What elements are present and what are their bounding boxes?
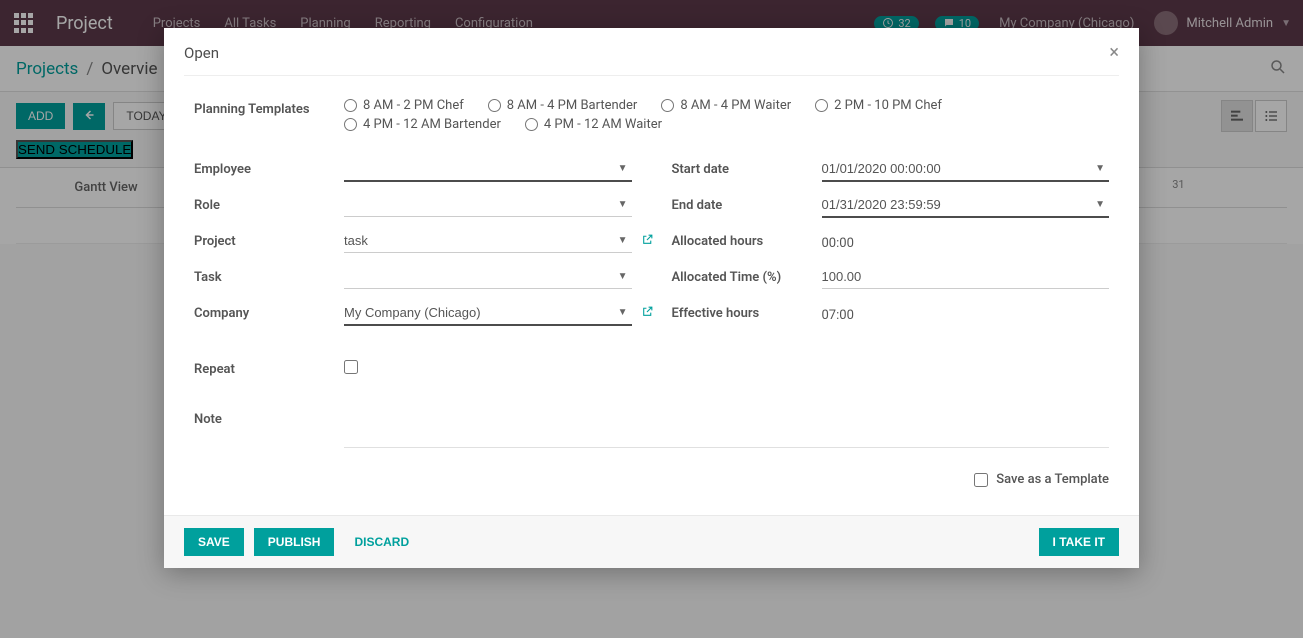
take-it-button[interactable]: I TAKE IT <box>1039 528 1119 556</box>
template-radio[interactable] <box>344 118 357 131</box>
role-input[interactable] <box>344 193 632 217</box>
modal-body: Planning Templates 8 AM - 2 PM Chef 8 AM… <box>164 76 1139 515</box>
modal-header: Open × <box>164 28 1139 75</box>
left-column: Employee ▼ Role ▼ Proj <box>194 156 632 336</box>
employee-input[interactable] <box>344 157 632 182</box>
task-row: Task ▼ <box>194 264 632 290</box>
repeat-row: Repeat <box>194 356 632 382</box>
project-label: Project <box>194 234 344 249</box>
note-label: Note <box>194 408 344 427</box>
template-radio[interactable] <box>344 99 357 112</box>
template-option-label: 8 AM - 4 PM Waiter <box>680 98 791 113</box>
template-option-label: 8 AM - 2 PM Chef <box>363 98 464 113</box>
note-textarea[interactable] <box>344 408 1109 448</box>
task-label: Task <box>194 270 344 285</box>
company-input[interactable] <box>344 301 632 326</box>
end-date-row: End date ▼ <box>672 192 1110 218</box>
role-label: Role <box>194 198 344 213</box>
employee-label: Employee <box>194 162 344 177</box>
template-option-label: 4 PM - 12 AM Bartender <box>363 117 501 132</box>
save-button[interactable]: SAVE <box>184 528 244 556</box>
template-option[interactable]: 4 PM - 12 AM Waiter <box>525 117 662 132</box>
end-date-label: End date <box>672 198 822 213</box>
template-radio-list: 8 AM - 2 PM Chef 8 AM - 4 PM Bartender 8… <box>344 98 1109 132</box>
template-option-label: 4 PM - 12 AM Waiter <box>544 117 662 132</box>
modal-footer: SAVE PUBLISH DISCARD I TAKE IT <box>164 515 1139 568</box>
allocated-hours-label: Allocated hours <box>672 234 822 249</box>
company-row: Company ▼ <box>194 300 632 326</box>
external-link-icon[interactable] <box>641 233 654 249</box>
repeat-label: Repeat <box>194 362 344 377</box>
effective-hours-row: Effective hours 07:00 <box>672 300 1110 326</box>
template-option[interactable]: 8 AM - 4 PM Waiter <box>661 98 791 113</box>
save-template-row: Save as a Template <box>194 460 1109 505</box>
role-row: Role ▼ <box>194 192 632 218</box>
task-input[interactable] <box>344 265 632 289</box>
allocated-hours-row: Allocated hours 00:00 <box>672 228 1110 254</box>
template-radio[interactable] <box>661 99 674 112</box>
repeat-section: Repeat <box>194 356 1109 392</box>
company-label: Company <box>194 306 344 321</box>
right-column: Start date ▼ End date ▼ <box>672 156 1110 336</box>
repeat-checkbox[interactable] <box>344 360 358 374</box>
start-date-label: Start date <box>672 162 822 177</box>
effective-hours-value: 07:00 <box>822 304 1110 323</box>
external-link-icon[interactable] <box>641 305 654 321</box>
modal-overlay: Open × Planning Templates 8 AM - 2 PM Ch… <box>0 0 1303 638</box>
close-icon[interactable]: × <box>1109 42 1119 63</box>
start-date-row: Start date ▼ <box>672 156 1110 182</box>
template-option-label: 2 PM - 10 PM Chef <box>834 98 942 113</box>
template-option[interactable]: 2 PM - 10 PM Chef <box>815 98 942 113</box>
template-radio[interactable] <box>815 99 828 112</box>
template-option-label: 8 AM - 4 PM Bartender <box>507 98 638 113</box>
project-input[interactable] <box>344 229 632 253</box>
allocated-time-row: Allocated Time (%) <box>672 264 1110 290</box>
note-row: Note <box>194 408 1109 452</box>
planning-templates-row: Planning Templates 8 AM - 2 PM Chef 8 AM… <box>194 98 1109 132</box>
end-date-input[interactable] <box>822 193 1110 218</box>
template-option[interactable]: 4 PM - 12 AM Bartender <box>344 117 501 132</box>
template-radio[interactable] <box>488 99 501 112</box>
planning-templates-label: Planning Templates <box>194 98 344 117</box>
save-template-label[interactable]: Save as a Template <box>996 472 1109 487</box>
allocated-hours-value: 00:00 <box>822 232 1110 251</box>
start-date-input[interactable] <box>822 157 1110 182</box>
save-template-checkbox[interactable] <box>974 473 988 487</box>
allocated-time-input[interactable] <box>822 265 1110 289</box>
modal-title: Open <box>184 44 219 62</box>
effective-hours-label: Effective hours <box>672 306 822 321</box>
open-modal: Open × Planning Templates 8 AM - 2 PM Ch… <box>164 28 1139 568</box>
employee-row: Employee ▼ <box>194 156 632 182</box>
allocated-time-label: Allocated Time (%) <box>672 270 822 285</box>
template-option[interactable]: 8 AM - 4 PM Bartender <box>488 98 638 113</box>
project-row: Project ▼ <box>194 228 632 254</box>
discard-button[interactable]: DISCARD <box>344 528 419 556</box>
template-option[interactable]: 8 AM - 2 PM Chef <box>344 98 464 113</box>
template-radio[interactable] <box>525 118 538 131</box>
form-columns: Employee ▼ Role ▼ Proj <box>194 156 1109 336</box>
publish-button[interactable]: PUBLISH <box>254 528 335 556</box>
